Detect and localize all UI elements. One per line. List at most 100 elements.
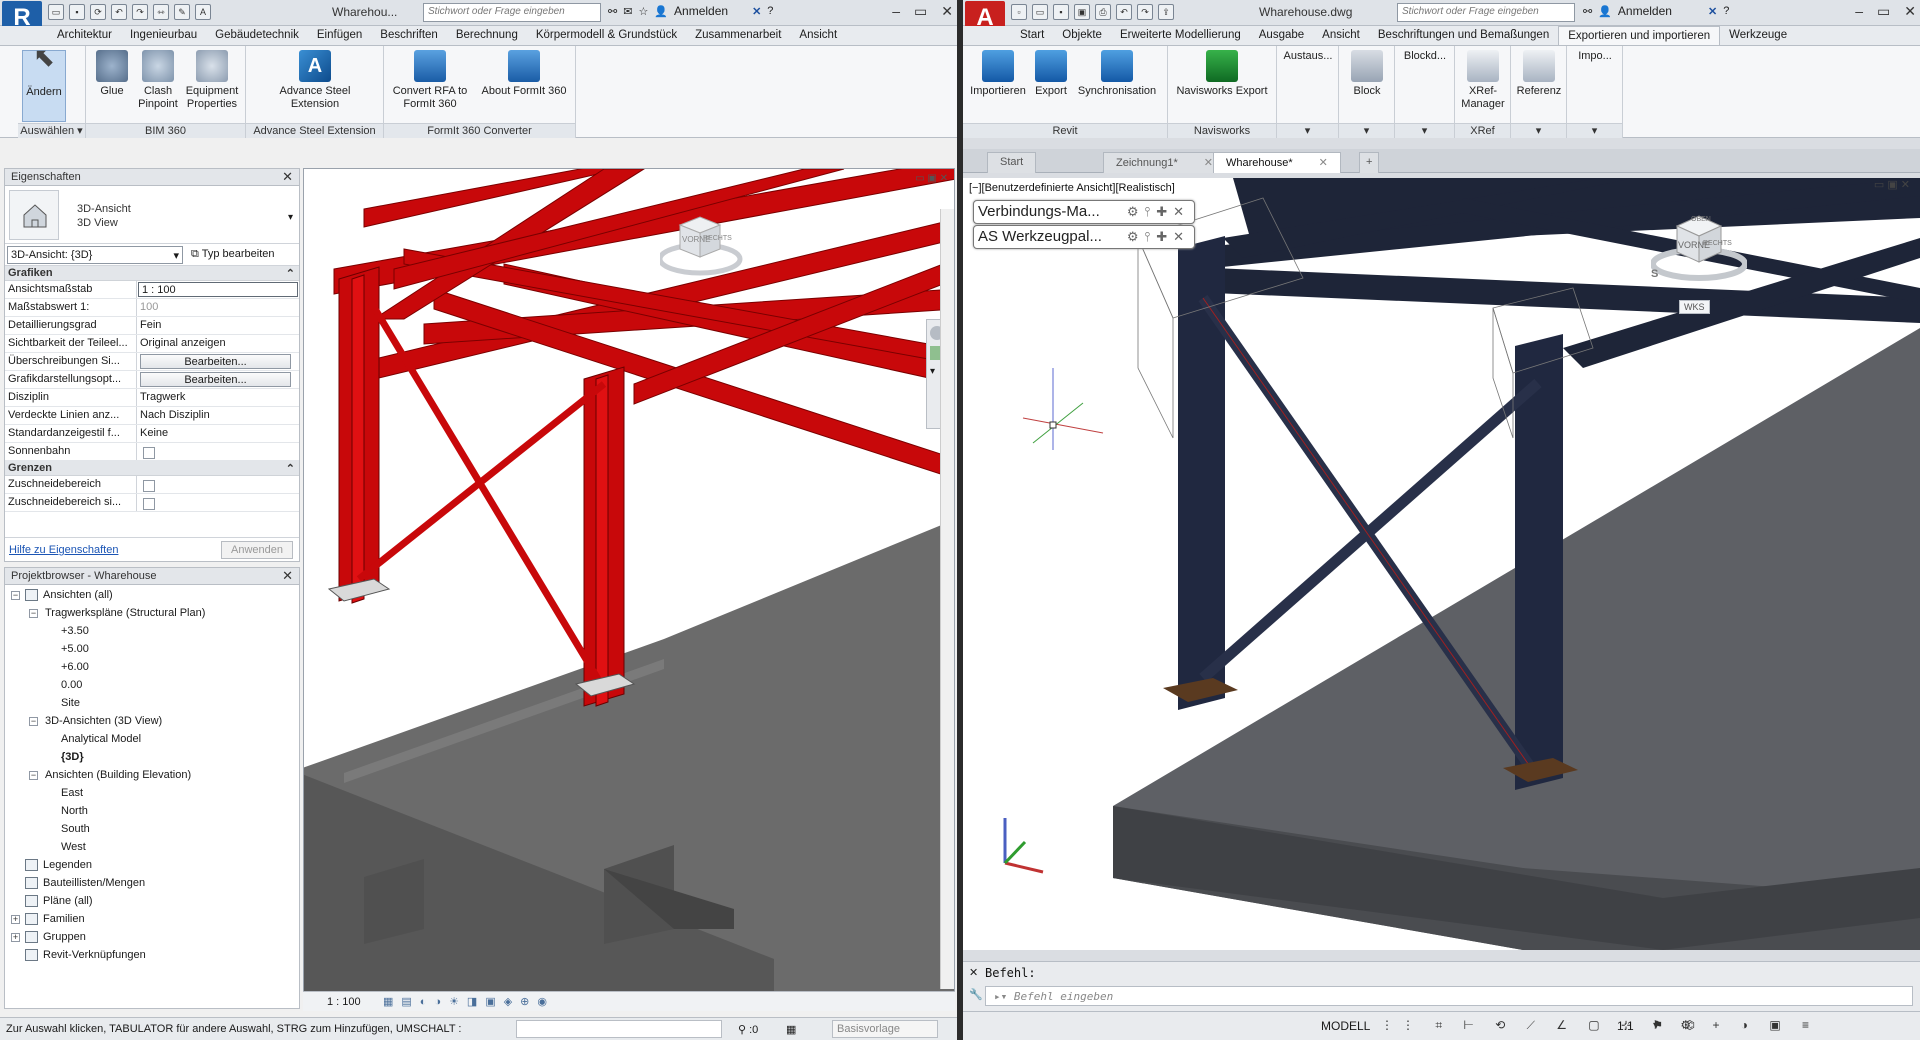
palette-control-icons[interactable]: ⚙⫯✚✕	[1127, 229, 1190, 245]
property-row[interactable]: Standardanzeigestil f... Keine	[5, 425, 299, 443]
tree-item[interactable]: {3D}	[5, 749, 299, 767]
close-icon[interactable]: ✕	[282, 169, 293, 185]
tree-item[interactable]: − Ansichten (Building Elevation)	[5, 767, 299, 785]
collapse-icon[interactable]: −	[29, 771, 38, 780]
model-space-button[interactable]: MODELL	[1321, 1019, 1370, 1033]
glue-button[interactable]: Glue	[92, 50, 132, 98]
graphics-group[interactable]: Grafiken ⌃	[5, 266, 299, 281]
expand-icon[interactable]: +	[11, 933, 20, 942]
tree-item[interactable]: North	[5, 803, 299, 821]
sync-icon[interactable]: ⟳	[90, 4, 106, 20]
help-icon[interactable]: ?	[767, 5, 773, 17]
viewport-window-controls[interactable]: ▭ ▣ ✕	[1874, 178, 1910, 191]
advance-steel-button[interactable]: A Advance Steel Extension	[270, 50, 360, 111]
type-selector[interactable]: 3D-Ansicht 3D View ▾	[5, 186, 299, 244]
tab-ausgabe[interactable]: Ausgabe	[1250, 26, 1313, 45]
tab-start[interactable]: Start	[1011, 26, 1053, 45]
communication-icon[interactable]: ✉	[623, 5, 632, 18]
property-row[interactable]: Disziplin Tragwerk	[5, 389, 299, 407]
close-icon[interactable]: ✕	[941, 3, 953, 20]
tree-item[interactable]: −3D-Ansichten (3D View)	[5, 713, 299, 731]
tab-ansicht[interactable]: Ansicht	[790, 26, 846, 45]
maximize-icon[interactable]: ▭	[1877, 3, 1890, 20]
property-row[interactable]: Überschreibungen Si... Bearbeiten...	[5, 353, 299, 371]
tree-item[interactable]: +3.50	[5, 623, 299, 641]
tree-item[interactable]: East	[5, 785, 299, 803]
chevron-down-icon[interactable]: ▾	[1277, 123, 1338, 138]
view-control-icons[interactable]: ▦▤◐◑☀◨▣◈⊕◉	[383, 995, 555, 1008]
tab-ansicht[interactable]: Ansicht	[1313, 26, 1369, 45]
property-value[interactable]: Original anzeigen	[137, 335, 299, 352]
properties-help-link[interactable]: Hilfe zu Eigenschaften	[9, 544, 118, 556]
file-tab[interactable]: Wharehouse* ✕	[1213, 152, 1341, 173]
property-row[interactable]: Maßstabswert 1: 100	[5, 299, 299, 317]
tab-erweiterte-modellierung[interactable]: Erweiterte Modellierung	[1111, 26, 1250, 45]
tree-item[interactable]: Revit-Verknüpfungen	[5, 947, 299, 965]
property-checkbox[interactable]	[143, 480, 155, 492]
clash-pinpoint-button[interactable]: Clash Pinpoint	[136, 50, 180, 111]
save-icon[interactable]: ▪	[69, 4, 85, 20]
workspace-icons[interactable]: ▾ ⚙ + ◑ ▣ ≡	[1653, 1018, 1818, 1032]
property-row[interactable]: Ansichtsmaßstab 1 : 100	[5, 281, 299, 299]
viewcube[interactable]: VORNE RECHTS	[657, 207, 743, 276]
tree-item[interactable]: Analytical Model	[5, 731, 299, 749]
open-icon[interactable]: ▭	[48, 4, 64, 20]
tab-beschriften[interactable]: Beschriften	[371, 26, 447, 45]
tree-item[interactable]: South	[5, 821, 299, 839]
redo-icon[interactable]: ↷	[132, 4, 148, 20]
select-panel-title[interactable]: Auswählen ▾	[18, 123, 85, 138]
chevron-down-icon[interactable]: ▾	[288, 212, 293, 223]
worksharing-icon[interactable]: ▦	[786, 1023, 796, 1036]
command-input[interactable]: ▸▾ Befehl eingeben	[985, 986, 1913, 1006]
tree-item[interactable]: − Ansichten (all)	[5, 587, 299, 605]
edit-type-button[interactable]: ⧉ Typ bearbeiten	[191, 248, 275, 261]
workset-dropdown[interactable]	[516, 1020, 722, 1038]
chevron-down-icon[interactable]: ▾	[1395, 123, 1454, 138]
vertical-scrollbar[interactable]	[940, 209, 954, 989]
print-icon[interactable]: ⎙	[1095, 4, 1111, 20]
property-value[interactable]: Nach Disziplin	[137, 407, 299, 424]
collapse-icon[interactable]: −	[11, 591, 20, 600]
view-window-controls[interactable]: ▭ ▣ ✕	[915, 173, 948, 184]
austausch-button[interactable]: Austaus...	[1281, 50, 1335, 63]
measure-icon[interactable]: ⇿	[153, 4, 169, 20]
close-icon[interactable]: ✕	[1204, 157, 1213, 169]
apply-button[interactable]: Anwenden	[221, 541, 293, 559]
tab-beschriftungen-und-bemaßungen[interactable]: Beschriftungen und Bemaßungen	[1369, 26, 1558, 45]
file-tab[interactable]: Zeichnung1* ✕	[1103, 152, 1226, 173]
viewport-label[interactable]: [−][Benutzerdefinierte Ansicht][Realisti…	[969, 182, 1175, 194]
modify-button[interactable]: ⬉ Ändern	[22, 44, 66, 122]
maximize-icon[interactable]: ▭	[914, 3, 927, 20]
tree-item[interactable]: Site	[5, 695, 299, 713]
tab-exportieren-und-importieren[interactable]: Exportieren und importieren	[1558, 26, 1721, 45]
impo-button[interactable]: Impo...	[1571, 50, 1619, 63]
edit-button[interactable]: Bearbeiten...	[140, 372, 291, 387]
tab-objekte[interactable]: Objekte	[1053, 26, 1111, 45]
bounds-group[interactable]: Grenzen ⌃	[5, 461, 299, 476]
binoculars-icon[interactable]: ⚯	[1583, 5, 1592, 18]
collapse-icon[interactable]: −	[29, 717, 38, 726]
undo-icon[interactable]: ↶	[111, 4, 127, 20]
exchange-icon[interactable]: ✕	[752, 5, 761, 18]
help-icon[interactable]: ?	[1723, 5, 1729, 17]
filter-icon[interactable]: ⚲ :0	[738, 1023, 758, 1036]
file-tab[interactable]: Start	[987, 152, 1037, 173]
annotation-scale[interactable]: 1:1	[1617, 1019, 1634, 1033]
chevron-down-icon[interactable]: ▾	[1339, 123, 1394, 138]
property-value[interactable]: Fein	[137, 317, 299, 334]
tree-item[interactable]: Bauteillisten/Mengen	[5, 875, 299, 893]
chevron-down-icon[interactable]: ▾	[1511, 123, 1566, 138]
synchronisation-button[interactable]: Synchronisation	[1073, 50, 1161, 98]
referenz-button[interactable]: Referenz	[1515, 50, 1563, 98]
tree-item[interactable]: − Tragwerkspläne (Structural Plan)	[5, 605, 299, 623]
property-row[interactable]: Zuschneidebereich si...	[5, 494, 299, 512]
wrench-icon[interactable]: 🔧	[969, 988, 983, 1001]
redo-icon[interactable]: ↷	[1137, 4, 1153, 20]
tree-item[interactable]: + Familien	[5, 911, 299, 929]
tree-item[interactable]: 0.00	[5, 677, 299, 695]
acad-viewcube[interactable]: OBEN VORNE RECHTS S	[1650, 202, 1748, 281]
acad-search-input[interactable]: Stichwort oder Frage eingeben	[1397, 3, 1575, 22]
equipment-properties-button[interactable]: Equipment Properties	[182, 50, 242, 111]
property-value[interactable]: 100	[137, 299, 299, 316]
import-button[interactable]: Importieren	[967, 50, 1029, 98]
